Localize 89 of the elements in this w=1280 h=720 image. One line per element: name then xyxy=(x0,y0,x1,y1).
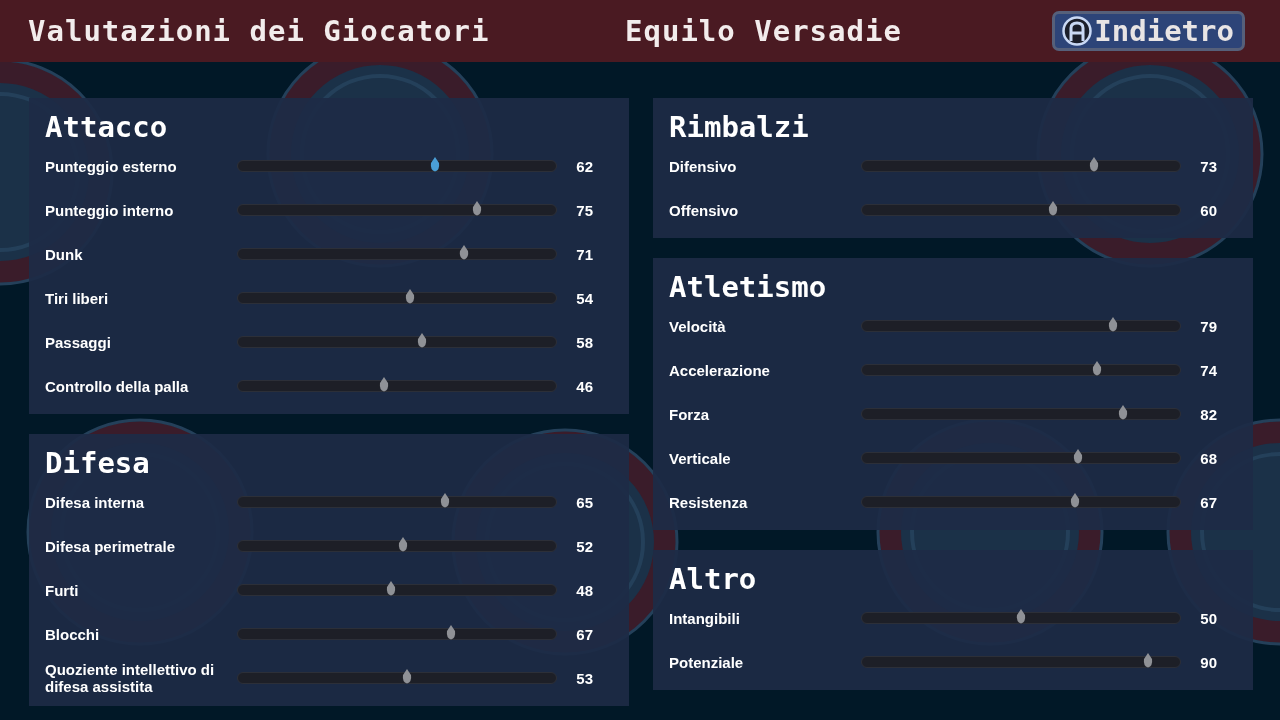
slider-thumb[interactable] xyxy=(1143,653,1154,668)
stat-value: 58 xyxy=(575,333,594,351)
rating-slider[interactable] xyxy=(237,204,557,216)
player-name: Equilo Versadie xyxy=(625,14,902,48)
rating-slider[interactable] xyxy=(861,656,1181,668)
stat-label: Intangibili xyxy=(669,609,741,627)
slider-thumb[interactable] xyxy=(430,157,441,172)
section-title: Altro xyxy=(669,562,758,596)
slider-thumb[interactable] xyxy=(439,493,450,508)
stat-value: 71 xyxy=(575,245,594,263)
stat-label: Velocità xyxy=(669,317,727,335)
stat-value: 75 xyxy=(575,201,594,219)
slider-thumb[interactable] xyxy=(1108,317,1119,332)
stat-value: 60 xyxy=(1199,201,1218,219)
stat-label: Blocchi xyxy=(45,625,101,643)
stat-label: Offensivo xyxy=(669,201,740,219)
section-title: Atletismo xyxy=(669,270,828,304)
stat-label: Difesa perimetrale xyxy=(45,537,177,555)
rating-slider[interactable] xyxy=(237,540,557,552)
stat-label: Difensivo xyxy=(669,157,738,175)
rating-slider[interactable] xyxy=(861,364,1181,376)
rating-slider[interactable] xyxy=(237,496,557,508)
stat-label: Forza xyxy=(669,405,710,423)
section-title: Difesa xyxy=(45,446,151,480)
stat-value: 48 xyxy=(575,581,594,599)
slider-thumb[interactable] xyxy=(471,201,482,216)
stat-label: Accelerazione xyxy=(669,361,771,379)
stat-value: 90 xyxy=(1199,653,1218,671)
section-title: Attacco xyxy=(45,110,169,144)
stat-value: 79 xyxy=(1199,317,1218,335)
slider-thumb[interactable] xyxy=(404,289,415,304)
rating-slider[interactable] xyxy=(237,380,557,392)
stat-value: 54 xyxy=(575,289,594,307)
slider-thumb[interactable] xyxy=(385,581,396,596)
stat-label: Dunk xyxy=(45,245,84,263)
slider-thumb[interactable] xyxy=(379,377,390,392)
slider-thumb[interactable] xyxy=(458,245,469,260)
stat-label: Furti xyxy=(45,581,80,599)
rating-slider[interactable] xyxy=(861,320,1181,332)
slider-thumb[interactable] xyxy=(1089,157,1100,172)
stat-label: Difesa interna xyxy=(45,493,146,511)
stat-value: 46 xyxy=(575,377,594,395)
slider-thumb[interactable] xyxy=(1092,361,1103,376)
rating-slider[interactable] xyxy=(861,452,1181,464)
rating-slider[interactable] xyxy=(237,160,557,172)
stat-value: 73 xyxy=(1199,157,1218,175)
slider-thumb[interactable] xyxy=(417,333,428,348)
stat-value: 65 xyxy=(575,493,594,511)
rating-slider[interactable] xyxy=(237,292,557,304)
stat-value: 67 xyxy=(1199,493,1218,511)
stat-label: Punteggio esterno xyxy=(45,157,178,175)
section-title: Rimbalzi xyxy=(669,110,810,144)
slider-thumb[interactable] xyxy=(398,537,409,552)
slider-thumb[interactable] xyxy=(1047,201,1058,216)
rating-slider[interactable] xyxy=(861,204,1181,216)
rating-slider[interactable] xyxy=(861,612,1181,624)
slider-thumb[interactable] xyxy=(1070,493,1081,508)
stat-value: 74 xyxy=(1199,361,1218,379)
stat-value: 82 xyxy=(1199,405,1218,423)
screen-title: Valutazioni dei Giocatori xyxy=(28,14,491,48)
stat-value: 52 xyxy=(575,537,594,555)
rating-slider[interactable] xyxy=(237,248,557,260)
stat-label: Verticale xyxy=(669,449,732,467)
rating-slider[interactable] xyxy=(237,628,557,640)
stat-label: Tiri liberi xyxy=(45,289,110,307)
stat-label: Controllo della palla xyxy=(45,377,190,395)
stat-value: 53 xyxy=(575,669,594,687)
slider-thumb[interactable] xyxy=(1117,405,1128,420)
stat-value: 62 xyxy=(575,157,594,175)
rating-slider[interactable] xyxy=(237,336,557,348)
stat-value: 67 xyxy=(575,625,594,643)
stat-value: 50 xyxy=(1199,609,1218,627)
stat-label: Passaggi xyxy=(45,333,112,351)
slider-thumb[interactable] xyxy=(401,669,412,684)
back-button[interactable]: Indietro xyxy=(1052,11,1245,51)
stat-label: Quoziente intellettivo di difesa assistita xyxy=(45,661,216,695)
stat-value: 68 xyxy=(1199,449,1218,467)
rating-slider[interactable] xyxy=(237,584,557,596)
slider-thumb[interactable] xyxy=(446,625,457,640)
rating-slider[interactable] xyxy=(861,408,1181,420)
stat-label: Resistenza xyxy=(669,493,749,511)
slider-thumb[interactable] xyxy=(1016,609,1026,624)
stat-label: Potenziale xyxy=(669,653,745,671)
controller-button-icon xyxy=(1062,16,1093,46)
slider-thumb[interactable] xyxy=(1073,449,1084,464)
stat-label: Punteggio interno xyxy=(45,201,175,219)
rating-slider[interactable] xyxy=(861,496,1181,508)
rating-slider[interactable] xyxy=(237,672,557,684)
rating-slider[interactable] xyxy=(861,160,1181,172)
